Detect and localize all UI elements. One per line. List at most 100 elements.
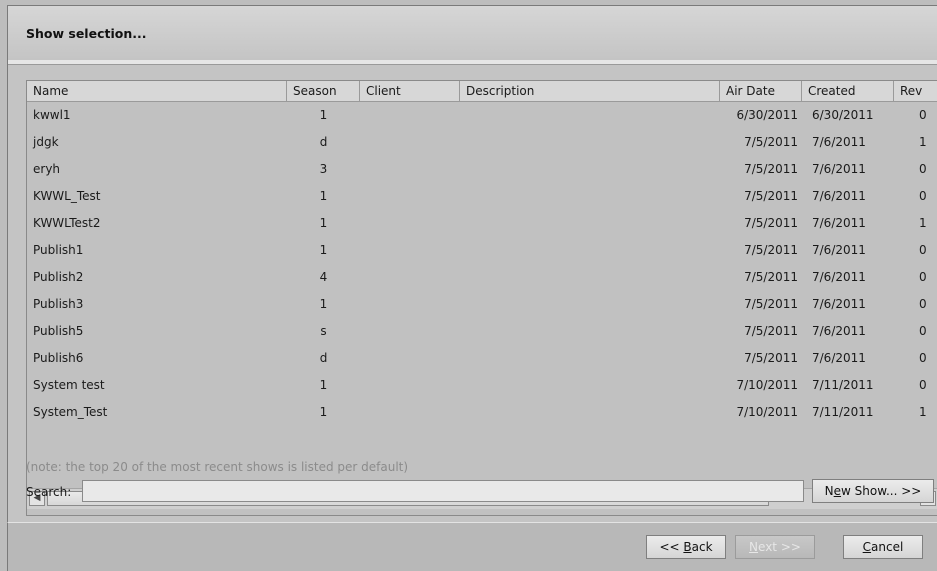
cell-season: 1 [319, 216, 328, 230]
column-header-description[interactable]: Description [460, 81, 720, 101]
table-row[interactable]: kwwl1 1 6/30/2011 6/30/2011 0 [27, 102, 937, 129]
dialog-footer: << Back Next >> Cancel [7, 522, 937, 571]
cell-client [360, 291, 460, 318]
new-show-accelerator: e [833, 484, 842, 498]
cancel-button[interactable]: Cancel [843, 535, 923, 559]
cell-name: Publish5 [33, 324, 84, 338]
back-button[interactable]: << Back [646, 535, 726, 559]
table-row[interactable]: Publish5 s 7/5/2011 7/6/2011 0 [27, 318, 937, 345]
cell-air-date: 7/5/2011 [744, 216, 798, 230]
cell-rev: 0 [919, 351, 927, 365]
cell-description [460, 372, 720, 399]
cell-created: 7/6/2011 [812, 297, 866, 311]
cell-description [460, 102, 720, 129]
cell-air-date: 7/5/2011 [744, 297, 798, 311]
cell-name: KWWLTest2 [33, 216, 101, 230]
cell-client [360, 372, 460, 399]
cell-client [360, 210, 460, 237]
cell-description [460, 399, 720, 426]
next-accelerator: N [749, 540, 759, 554]
column-header-client[interactable]: Client [360, 81, 460, 101]
cell-season: 1 [319, 243, 328, 257]
cell-created: 7/6/2011 [812, 216, 866, 230]
cell-name: Publish2 [33, 270, 84, 284]
table-row[interactable]: System test 1 7/10/2011 7/11/2011 0 [27, 372, 937, 399]
column-header-air-date[interactable]: Air Date [720, 81, 802, 101]
cell-season: d [319, 135, 328, 149]
cell-air-date: 7/5/2011 [744, 351, 798, 365]
shows-table[interactable]: Name Season Client Description Air Date … [26, 80, 937, 516]
column-header-rev[interactable]: Rev [894, 81, 937, 101]
table-row[interactable]: Publish6 d 7/5/2011 7/6/2011 0 [27, 345, 937, 372]
cell-air-date: 7/10/2011 [736, 378, 798, 392]
cell-client [360, 183, 460, 210]
table-row[interactable]: System_Test 1 7/10/2011 7/11/2011 1 [27, 399, 937, 426]
search-label: Search: [26, 485, 72, 499]
next-button[interactable]: Next >> [735, 535, 815, 559]
cell-created: 7/6/2011 [812, 135, 866, 149]
cell-season: 1 [319, 378, 328, 392]
cell-name: jdgk [33, 135, 59, 149]
table-header: Name Season Client Description Air Date … [27, 81, 937, 102]
dialog-content: Name Season Client Description Air Date … [7, 60, 937, 522]
column-header-name[interactable]: Name [27, 81, 287, 101]
cancel-label-part: ancel [871, 540, 904, 554]
table-row[interactable]: Publish1 1 7/5/2011 7/6/2011 0 [27, 237, 937, 264]
cell-season: 3 [319, 162, 328, 176]
table-row[interactable]: KWWLTest2 1 7/5/2011 7/6/2011 1 [27, 210, 937, 237]
cell-air-date: 6/30/2011 [736, 108, 798, 122]
cell-air-date: 7/5/2011 [744, 243, 798, 257]
cell-season: 1 [319, 189, 328, 203]
back-label-part: ack [691, 540, 713, 554]
cell-created: 7/11/2011 [812, 405, 874, 419]
back-accelerator: B [683, 540, 692, 554]
cell-air-date: 7/5/2011 [744, 189, 798, 203]
cell-client [360, 318, 460, 345]
cell-description [460, 264, 720, 291]
table-row[interactable]: eryh 3 7/5/2011 7/6/2011 0 [27, 156, 937, 183]
table-row[interactable]: KWWL_Test 1 7/5/2011 7/6/2011 0 [27, 183, 937, 210]
cell-description [460, 183, 720, 210]
cell-description [460, 210, 720, 237]
cell-name: Publish1 [33, 243, 84, 257]
cell-client [360, 156, 460, 183]
cell-client [360, 399, 460, 426]
cell-air-date: 7/10/2011 [736, 405, 798, 419]
cell-created: 7/6/2011 [812, 351, 866, 365]
cell-created: 6/30/2011 [812, 108, 874, 122]
cell-rev: 1 [919, 216, 927, 230]
cell-description [460, 291, 720, 318]
column-header-created[interactable]: Created [802, 81, 894, 101]
cell-name: System_Test [33, 405, 108, 419]
search-input[interactable] [82, 480, 804, 502]
cell-client [360, 264, 460, 291]
new-show-button[interactable]: New Show... >> [812, 479, 934, 503]
cell-air-date: 7/5/2011 [744, 270, 798, 284]
table-row[interactable]: Publish3 1 7/5/2011 7/6/2011 0 [27, 291, 937, 318]
cell-client [360, 345, 460, 372]
cell-client [360, 129, 460, 156]
cell-description [460, 156, 720, 183]
cancel-accelerator: C [862, 540, 872, 554]
cell-rev: 1 [919, 405, 927, 419]
header-divider [8, 60, 937, 65]
cell-air-date: 7/5/2011 [744, 324, 798, 338]
cell-rev: 0 [919, 108, 927, 122]
cell-season: 1 [319, 297, 328, 311]
cell-created: 7/6/2011 [812, 243, 866, 257]
cell-air-date: 7/5/2011 [744, 162, 798, 176]
cell-description [460, 318, 720, 345]
cell-rev: 0 [919, 324, 927, 338]
table-row[interactable]: jdgk d 7/5/2011 7/6/2011 1 [27, 129, 937, 156]
cell-name: KWWL_Test [33, 189, 101, 203]
table-row[interactable]: Publish2 4 7/5/2011 7/6/2011 0 [27, 264, 937, 291]
table-body: kwwl1 1 6/30/2011 6/30/2011 0 jdgk d 7/5/2011 7/… [27, 102, 937, 426]
cell-rev: 0 [919, 243, 927, 257]
cell-rev: 0 [919, 189, 927, 203]
cell-name: System test [33, 378, 105, 392]
cell-description [460, 129, 720, 156]
column-header-season[interactable]: Season [287, 81, 360, 101]
cell-created: 7/6/2011 [812, 189, 866, 203]
cell-rev: 0 [919, 297, 927, 311]
dialog-header: Show selection... [7, 5, 937, 60]
